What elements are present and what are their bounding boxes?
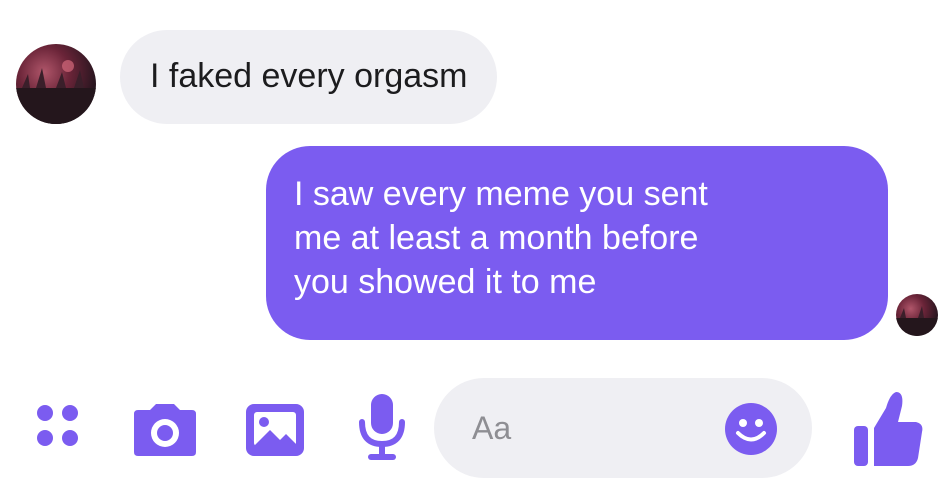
message-input[interactable] [472, 404, 732, 452]
read-receipt-avatar [896, 294, 938, 336]
received-message-text: I faked every orgasm [150, 57, 468, 95]
contact-avatar[interactable] [16, 44, 96, 124]
camera-icon[interactable] [132, 402, 198, 458]
emoji-icon[interactable] [724, 402, 778, 456]
avatar-image [16, 60, 96, 124]
message-composer [0, 372, 938, 492]
chat-screen: I faked every orgasm I saw every meme yo… [0, 0, 938, 504]
gallery-icon[interactable] [244, 402, 306, 458]
microphone-icon[interactable] [356, 392, 408, 464]
message-input-container[interactable] [434, 378, 812, 478]
received-message-bubble: I faked every orgasm [120, 30, 498, 124]
sent-message-bubble: I saw every meme you sent me at least a … [266, 146, 888, 340]
apps-icon[interactable] [34, 402, 84, 452]
sent-message-line: you showed it to me [294, 263, 597, 301]
sent-message-line: me at least a month before [294, 219, 699, 257]
thumbs-up-icon[interactable] [852, 386, 924, 470]
sent-message-line: I saw every meme you sent [294, 175, 708, 213]
read-receipt-image [896, 306, 938, 336]
